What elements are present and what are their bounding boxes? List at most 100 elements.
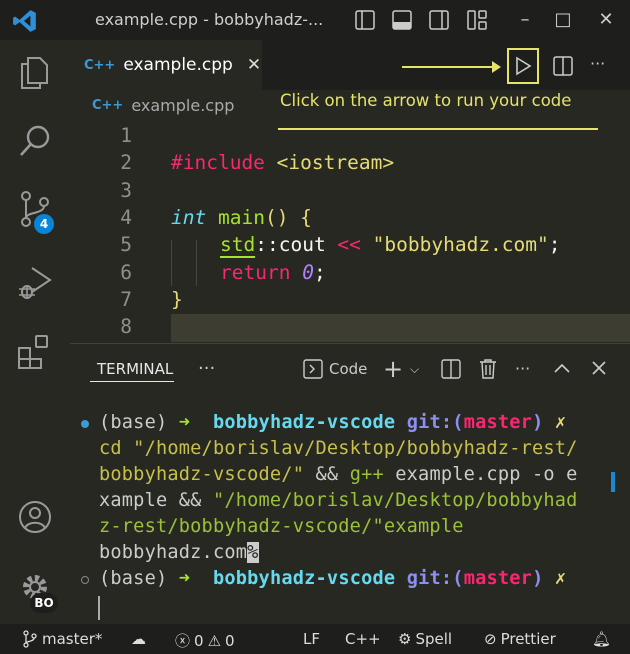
new-terminal-icon[interactable]: +: [383, 356, 403, 382]
terminal-cursor: [98, 596, 100, 620]
line-number: 8: [120, 315, 132, 339]
command-success-dot: [81, 420, 89, 428]
prettier-label: Prettier: [500, 630, 556, 648]
window-title: example.cpp - bobbyhadz-...: [95, 10, 324, 29]
prettier-status[interactable]: ⊘ Prettier: [484, 630, 556, 648]
warning-count: 0: [225, 631, 235, 650]
prompt-dirty: ✗: [554, 412, 567, 433]
more-actions-icon[interactable]: ···: [590, 54, 605, 73]
problems-status[interactable]: ⓧ 0 ⚠ 0: [175, 630, 235, 651]
branch-status[interactable]: master*: [22, 630, 102, 648]
annotation-text: Click on the arrow to run your code: [280, 91, 572, 110]
maximize-panel-icon[interactable]: [553, 361, 571, 375]
terminal-scrollbar[interactable]: [611, 472, 615, 492]
toggle-sidebar-icon[interactable]: [354, 9, 376, 31]
code-token: return: [220, 260, 303, 284]
line-number: 6: [120, 260, 132, 284]
toggle-secondary-sidebar-icon[interactable]: [428, 9, 450, 31]
terminal-profile[interactable]: Code: [303, 356, 367, 382]
annotation-underline: [278, 128, 598, 130]
spell-status[interactable]: ⚙ Spell: [398, 630, 452, 648]
output-text: bobbyhadz.com: [99, 542, 248, 563]
status-bar: master* ☁ ⓧ 0 ⚠ 0 LF C++ ⚙ Spell ⊘ Prettier …: [0, 624, 630, 654]
code-token: <iostream>: [264, 151, 395, 175]
terminal-token: &&: [167, 490, 213, 511]
terminal-prompt: (base) ➜ bobbyhadz-vscode git:(master) ✗: [99, 412, 566, 433]
line-number: 4: [120, 205, 132, 229]
prompt-arrow: ➜: [178, 412, 191, 433]
maximize-button[interactable]: □: [551, 8, 575, 32]
tab-terminal[interactable]: TERMINAL: [97, 360, 173, 378]
code-token: ;: [313, 260, 326, 284]
trash-icon[interactable]: [478, 358, 498, 380]
prompt-close: ): [532, 412, 544, 433]
panel-more-icon[interactable]: ···: [198, 356, 215, 382]
code-line[interactable]: int main() {: [171, 206, 312, 229]
search-icon[interactable]: [14, 120, 56, 162]
tab-example-cpp[interactable]: C++ example.cpp ✕: [70, 40, 262, 90]
code-token: 0: [302, 260, 314, 284]
indent-guide: [171, 240, 172, 286]
minimize-button[interactable]: –: [513, 8, 537, 32]
cpp-file-icon: C++: [84, 57, 116, 73]
eol-status[interactable]: LF: [303, 630, 320, 648]
current-line-highlight: [171, 314, 630, 342]
error-count: 0: [194, 631, 204, 650]
toggle-panel-icon[interactable]: [391, 9, 413, 31]
prompt-close: ): [532, 568, 544, 589]
terminal-token: &&: [304, 464, 350, 485]
prompt-branch: master: [463, 568, 533, 589]
close-window-button[interactable]: ✕: [594, 8, 618, 32]
run-code-button[interactable]: [507, 48, 539, 84]
line-number: 7: [120, 287, 132, 311]
code-token: int: [171, 205, 207, 229]
terminal-token: z-rest/bobbyhadz-vscode/"example: [99, 516, 464, 537]
language-status[interactable]: C++: [345, 630, 381, 648]
account-badge: BO: [30, 593, 58, 613]
line-number: 2: [120, 151, 132, 175]
code-token: cout: [278, 233, 338, 257]
breadcrumb-file[interactable]: example.cpp: [131, 96, 234, 115]
code-token: }: [171, 287, 183, 311]
more-icon[interactable]: ···: [515, 356, 530, 382]
terminal-token: cd "/home/borislav/Desktop/bobbyhadz-res…: [99, 438, 578, 459]
code-line[interactable]: return 0;: [220, 261, 326, 284]
terminal-token: xample: [99, 490, 168, 511]
run-debug-icon[interactable]: [14, 262, 56, 304]
prompt-git: git:(: [406, 568, 464, 589]
split-terminal-icon[interactable]: [441, 359, 461, 379]
line-number: 1: [120, 124, 132, 147]
line-number: 3: [120, 178, 132, 202]
close-panel-icon[interactable]: [591, 360, 607, 376]
sync-icon[interactable]: ☁: [131, 630, 146, 648]
terminal-command-line: cd "/home/borislav/Desktop/bobbyhadz-res…: [99, 438, 578, 459]
close-tab-icon[interactable]: ✕: [247, 55, 261, 75]
prompt-git: git:(: [406, 412, 464, 433]
split-editor-icon[interactable]: [552, 55, 574, 77]
cpp-file-icon: C++: [92, 98, 124, 113]
git-branch-icon: [23, 630, 37, 648]
spell-gear-icon: ⚙: [398, 630, 412, 648]
terminal-command-line: bobbyhadz-vscode/" && g++ example.cpp -o…: [99, 464, 578, 485]
code-token: ::: [255, 233, 279, 257]
code-token: #include: [171, 151, 265, 175]
command-pending-dot: [81, 576, 89, 584]
extensions-icon[interactable]: [14, 330, 56, 372]
line-number: 5: [120, 233, 132, 257]
breadcrumb[interactable]: C++ example.cpp: [92, 96, 234, 115]
terminal-profile-label: Code: [329, 360, 368, 378]
customize-layout-icon[interactable]: [466, 9, 488, 31]
eol-mark: %: [247, 542, 259, 563]
terminal-token: "/home/borislav/Desktop/bobbyhad: [212, 490, 578, 511]
code-line[interactable]: std::cout << "bobbyhadz.com";: [220, 233, 561, 259]
play-icon: [516, 56, 532, 76]
explorer-icon[interactable]: [14, 52, 56, 94]
notifications-bell-icon[interactable]: 🔔︎: [592, 630, 611, 648]
code-line[interactable]: #include <iostream>: [171, 151, 394, 174]
chevron-down-icon[interactable]: ⌵: [410, 356, 419, 382]
code-line[interactable]: }: [171, 288, 183, 311]
spell-label: Spell: [415, 630, 453, 648]
accounts-icon[interactable]: [14, 496, 56, 538]
terminal-command-line: xample && "/home/borislav/Desktop/bobbyh…: [99, 490, 578, 511]
